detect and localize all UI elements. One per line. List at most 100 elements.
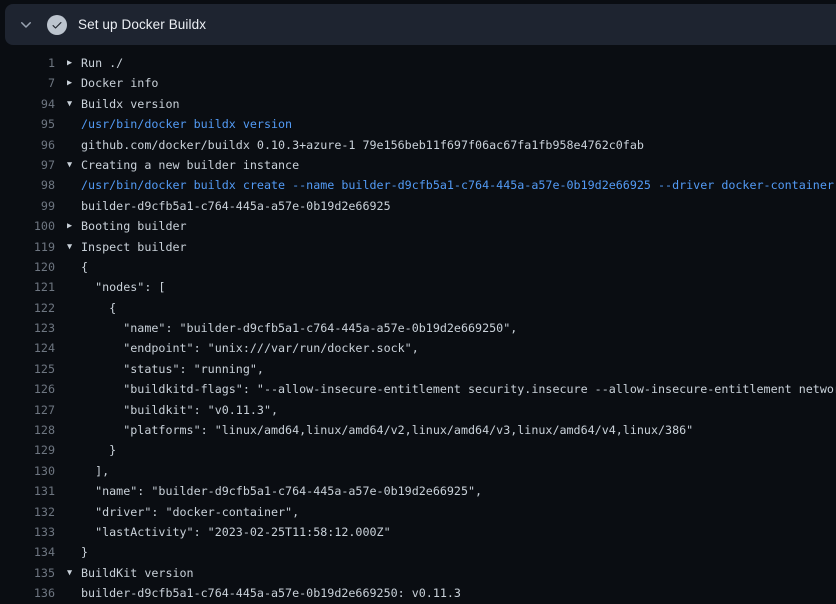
group-toggle-icon[interactable]: ▼ [55,94,81,114]
group-toggle-icon [55,502,81,522]
log-text: Docker info [81,73,158,93]
log-text: } [81,440,116,460]
line-number[interactable]: 127 [0,400,55,420]
log-line: 95 /usr/bin/docker buildx version [0,114,836,134]
line-number[interactable]: 97 [0,155,55,175]
group-toggle-icon [55,114,81,134]
log-text: github.com/docker/buildx 0.10.3+azure-1 … [81,135,644,155]
log-line: 129 } [0,440,836,460]
line-number[interactable]: 131 [0,481,55,501]
group-toggle-icon [55,298,81,318]
line-number[interactable]: 1 [0,53,55,73]
group-toggle-icon[interactable]: ▶ [55,216,81,236]
line-number[interactable]: 134 [0,542,55,562]
group-toggle-icon [55,461,81,481]
line-number[interactable]: 96 [0,135,55,155]
group-toggle-icon[interactable]: ▼ [55,155,81,175]
log-text: Run ./ [81,53,123,73]
log-line: 127 "buildkit": "v0.11.3", [0,400,836,420]
group-toggle-icon[interactable]: ▼ [55,237,81,257]
log-text: "name": "builder-d9cfb5a1-c764-445a-a57e… [81,481,482,501]
group-toggle-icon [55,440,81,460]
log-line: 97 ▼ Creating a new builder instance [0,155,836,175]
log-line: 122 { [0,298,836,318]
log-line: 99 builder-d9cfb5a1-c764-445a-a57e-0b19d… [0,196,836,216]
log-text: "nodes": [ [81,277,165,297]
log-line: 136 builder-d9cfb5a1-c764-445a-a57e-0b19… [0,583,836,603]
group-toggle-icon [55,522,81,542]
chevron-down-icon[interactable] [18,17,34,33]
log-text: { [81,257,88,277]
group-toggle-icon [55,318,81,338]
group-toggle-icon [55,257,81,277]
check-circle-icon [47,15,67,35]
line-number[interactable]: 128 [0,420,55,440]
log-line: 130 ], [0,461,836,481]
log-line: 131 "name": "builder-d9cfb5a1-c764-445a-… [0,481,836,501]
log-line: 1 ▶ Run ./ [0,53,836,73]
line-number[interactable]: 7 [0,73,55,93]
log-line: 134 } [0,542,836,562]
line-number[interactable]: 135 [0,563,55,583]
line-number[interactable]: 133 [0,522,55,542]
log-line: 132 "driver": "docker-container", [0,502,836,522]
line-number[interactable]: 125 [0,359,55,379]
log-line: 96 github.com/docker/buildx 0.10.3+azure… [0,135,836,155]
log-text: "driver": "docker-container", [81,502,299,522]
line-number[interactable]: 130 [0,461,55,481]
line-number[interactable]: 123 [0,318,55,338]
log-text: Buildx version [81,94,180,114]
log-text: Booting builder [81,216,187,236]
line-number[interactable]: 119 [0,237,55,257]
group-toggle-icon[interactable]: ▶ [55,73,81,93]
group-toggle-icon [55,400,81,420]
line-number[interactable]: 94 [0,94,55,114]
log-text: "buildkitd-flags": "--allow-insecure-ent… [81,379,836,399]
log-line: 94 ▼ Buildx version [0,94,836,114]
log-text: { [81,298,116,318]
line-number[interactable]: 129 [0,440,55,460]
step-title: Set up Docker Buildx [78,17,206,32]
group-toggle-icon[interactable]: ▼ [55,563,81,583]
line-number[interactable]: 98 [0,175,55,195]
log-line: 126 "buildkitd-flags": "--allow-insecure… [0,379,836,399]
log-line: 98 /usr/bin/docker buildx create --name … [0,175,836,195]
log-line: 119 ▼ Inspect builder [0,237,836,257]
log-line: 100 ▶ Booting builder [0,216,836,236]
group-toggle-icon [55,379,81,399]
line-number[interactable]: 136 [0,583,55,603]
line-number[interactable]: 95 [0,114,55,134]
step-header[interactable]: Set up Docker Buildx [5,4,836,45]
log-text: Inspect builder [81,237,187,257]
line-number[interactable]: 121 [0,277,55,297]
group-toggle-icon [55,135,81,155]
group-toggle-icon [55,277,81,297]
log-text: BuildKit version [81,563,194,583]
log-text: Creating a new builder instance [81,155,299,175]
line-number[interactable]: 120 [0,257,55,277]
log-text: "name": "builder-d9cfb5a1-c764-445a-a57e… [81,318,517,338]
line-number[interactable]: 99 [0,196,55,216]
log-line: 7 ▶ Docker info [0,73,836,93]
log-text: /usr/bin/docker buildx create --name bui… [81,175,834,195]
log-text: builder-d9cfb5a1-c764-445a-a57e-0b19d2e6… [81,583,461,603]
log-text: "platforms": "linux/amd64,linux/amd64/v2… [81,420,693,440]
group-toggle-icon [55,359,81,379]
line-number[interactable]: 100 [0,216,55,236]
group-toggle-icon [55,420,81,440]
log-text: } [81,542,88,562]
group-toggle-icon [55,175,81,195]
log-text: /usr/bin/docker buildx version [81,114,292,134]
log-line: 120 { [0,257,836,277]
line-number[interactable]: 124 [0,338,55,358]
line-number[interactable]: 126 [0,379,55,399]
log-line: 133 "lastActivity": "2023-02-25T11:58:12… [0,522,836,542]
group-toggle-icon [55,196,81,216]
log-text: "endpoint": "unix:///var/run/docker.sock… [81,338,419,358]
log-line: 123 "name": "builder-d9cfb5a1-c764-445a-… [0,318,836,338]
group-toggle-icon[interactable]: ▶ [55,53,81,73]
line-number[interactable]: 122 [0,298,55,318]
log-line: 135 ▼ BuildKit version [0,563,836,583]
group-toggle-icon [55,542,81,562]
line-number[interactable]: 132 [0,502,55,522]
